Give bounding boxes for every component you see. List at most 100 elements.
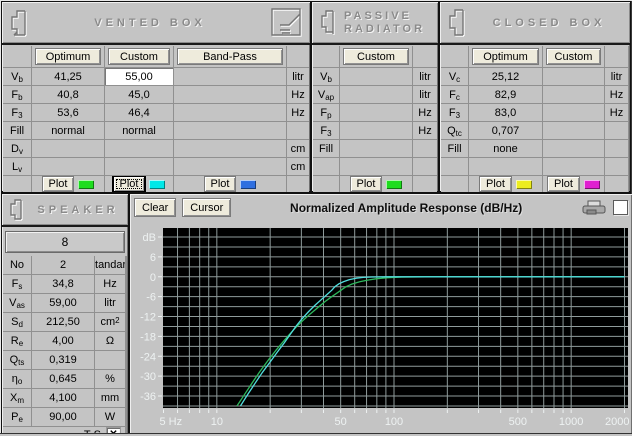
unit-cell: %	[95, 370, 125, 388]
printer-icon[interactable]	[581, 200, 607, 216]
plot-color-swatch	[240, 179, 257, 189]
unit-cell	[95, 351, 125, 369]
unit-header-cell	[287, 46, 309, 67]
param-row-label: Fill	[441, 140, 468, 157]
unit-cell: litr	[413, 68, 437, 85]
closed-box-panel: CLOSED BOX Optimum Custom Vc 25,12 litr Fc 82,…	[440, 2, 630, 192]
chart-area[interactable]: dB 6 0 -6 -12 -18 -24 -30 -36 5 Hz 10 50 100 500 1000 2…	[130, 222, 632, 434]
column-button-custom[interactable]: Custom	[343, 48, 409, 65]
param-value-cell	[32, 158, 104, 175]
param-value-cell	[174, 68, 286, 85]
plot-button[interactable]: Plot	[112, 176, 146, 192]
plot-button[interactable]: Plot	[203, 176, 237, 192]
empty-cell	[340, 158, 412, 175]
empty-cell	[441, 158, 468, 175]
param-value-cell: 46,4	[105, 104, 173, 121]
param-value-cell: 34,8	[32, 275, 94, 293]
chart-title: Normalized Amplitude Response (dB/Hz)	[290, 200, 523, 215]
plot-button[interactable]: Plot	[349, 176, 383, 192]
param-row-label: Sd	[3, 313, 31, 331]
param-value-cell	[543, 68, 604, 85]
param-value-cell: 41,25	[32, 68, 104, 85]
column-button-optimum[interactable]: Optimum	[472, 48, 539, 65]
corner-cell	[441, 46, 468, 67]
vented-box-header: VENTED BOX	[2, 2, 310, 45]
param-edit-field[interactable]: 55,00	[105, 68, 173, 85]
speaker-panel: SPEAKER 8 No2Standard Fs34,8Hz Vas59,00lit…	[2, 194, 128, 436]
param-row-label: Vb	[313, 68, 339, 85]
plot-cell: Plot	[32, 176, 104, 192]
empty-cell	[469, 158, 542, 175]
plot-button[interactable]: Plot	[479, 176, 512, 192]
y-axis-label: -12	[140, 312, 156, 324]
plot-color-swatch	[149, 179, 166, 189]
x-axis-label: 5 Hz	[160, 416, 183, 428]
plot-cell: Plot	[469, 176, 542, 192]
param-value-cell	[32, 140, 104, 157]
plot-color-swatch	[386, 179, 403, 189]
speaker-number-cell[interactable]: 2	[32, 256, 94, 274]
param-value-cell	[174, 122, 286, 139]
passive-radiator-header: PASSIVE RADIATOR	[312, 2, 438, 45]
empty-cell	[605, 158, 628, 175]
unit-cell: Hz	[605, 104, 628, 121]
column-button-optimum[interactable]: Optimum	[35, 48, 101, 65]
plot-color-box[interactable]	[613, 200, 628, 215]
column-button-custom[interactable]: Custom	[108, 48, 170, 65]
param-value-cell: 90,00	[32, 408, 94, 426]
param-row-label: ηo	[3, 370, 31, 388]
y-axis-label: 6	[150, 252, 156, 264]
corner-cell	[3, 46, 31, 67]
unit-header-cell	[605, 46, 628, 67]
column-header-cell: Optimum	[32, 46, 104, 67]
unit-cell: Hz	[413, 104, 437, 121]
plot-button[interactable]: Plot	[547, 176, 580, 192]
param-row-label: Fb	[3, 86, 31, 103]
param-value-cell: 53,6	[32, 104, 104, 121]
plot-row-spacer	[605, 176, 628, 192]
plot-cell: Plot	[174, 176, 286, 192]
x-axis-label: 500	[509, 416, 527, 428]
unit-cell: Hz	[413, 122, 437, 139]
param-row-label: F3	[441, 104, 468, 121]
clear-button[interactable]: Clear	[134, 198, 177, 217]
plot-background	[163, 228, 628, 408]
param-value-cell	[174, 140, 286, 157]
column-button-band-pass[interactable]: Band-Pass	[177, 48, 283, 65]
column-button-custom[interactable]: Custom	[546, 48, 601, 65]
column-header-cell: Custom	[105, 46, 173, 67]
column-header-cell: Band-Pass	[174, 46, 286, 67]
x-axis-label: 1000	[559, 416, 583, 428]
param-row-label: Pe	[3, 408, 31, 426]
vented-box-panel: VENTED BOX Optimum Custom Band-Pass Vb 41,25…	[2, 2, 310, 192]
param-value-cell: normal	[105, 122, 173, 139]
unit-cell: Hz	[287, 86, 309, 103]
param-value-cell: 0,319	[32, 351, 94, 369]
plot-row-spacer	[441, 176, 468, 192]
param-row-label: F3	[313, 122, 339, 139]
plot-row-spacer	[313, 176, 339, 192]
unit-cell: Ω	[95, 332, 125, 350]
plot-color-swatch	[583, 179, 600, 189]
closed-box-header: CLOSED BOX	[440, 2, 630, 45]
unit-cell: litr	[605, 68, 628, 85]
param-value-cell	[340, 104, 412, 121]
param-row-label: F3	[3, 104, 31, 121]
speaker-selector[interactable]: 8	[5, 231, 125, 253]
vented-box-table: Optimum Custom Band-Pass Vb 41,25 55,00 litr Fb…	[3, 46, 309, 192]
cursor-button[interactable]: Cursor	[182, 198, 232, 217]
param-value-cell: 0,645	[32, 370, 94, 388]
speaker-icon	[8, 8, 30, 38]
app-window: VENTED BOX Optimum Custom Band-Pass Vb 41,25…	[0, 0, 632, 436]
plot-button[interactable]: Plot	[41, 176, 75, 192]
plot-color-swatch	[515, 179, 532, 189]
param-value-cell: 83,0	[469, 104, 542, 121]
param-row-label: Vap	[313, 86, 339, 103]
param-value-cell	[340, 86, 412, 103]
speaker-standard-cell[interactable]: Standard	[95, 256, 125, 274]
speaker-no-label: No	[3, 256, 31, 274]
param-row-label: Xm	[3, 389, 31, 407]
unit-cell: Hz	[287, 104, 309, 121]
empty-cell	[413, 158, 437, 175]
empty-cell	[313, 158, 339, 175]
